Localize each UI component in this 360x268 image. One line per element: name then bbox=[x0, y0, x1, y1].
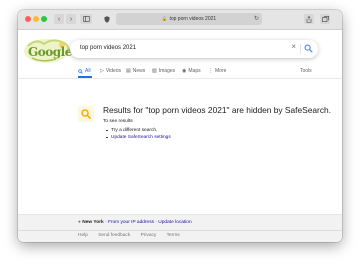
notice-icon-box bbox=[78, 106, 94, 122]
sidebar-icon bbox=[82, 16, 90, 22]
list-item: Try a different search. bbox=[106, 127, 171, 134]
tools-label: Tools bbox=[300, 68, 312, 74]
footer-divider bbox=[18, 230, 342, 231]
tab-label: Images bbox=[158, 68, 176, 74]
tab-images[interactable]: ▨ Images bbox=[152, 66, 175, 76]
notice-list: Try a different search. Update SafeSearc… bbox=[106, 127, 171, 141]
tabs-overview-button[interactable] bbox=[320, 14, 330, 24]
footer-links: Help Send feedback Privacy Terms bbox=[78, 233, 189, 238]
tab-label: Videos bbox=[105, 68, 122, 74]
back-button[interactable]: ‹ bbox=[54, 14, 64, 24]
browser-window: ‹ › 🔒 top porn videos 2021 ↻ Google top … bbox=[18, 10, 342, 242]
terms-link[interactable]: Terms bbox=[167, 233, 180, 238]
search-icon bbox=[78, 68, 83, 74]
close-window-button[interactable] bbox=[25, 16, 31, 22]
tabs-icon bbox=[321, 16, 329, 22]
shield-icon bbox=[104, 15, 110, 23]
search-icon[interactable] bbox=[304, 44, 313, 53]
share-icon bbox=[306, 15, 312, 23]
image-icon: ▨ bbox=[152, 68, 157, 74]
tab-label: More bbox=[215, 68, 227, 74]
zoom-window-button[interactable] bbox=[41, 16, 47, 22]
logo-text: Google bbox=[28, 45, 72, 59]
page-footer: ● New York - From your IP address - Upda… bbox=[18, 214, 342, 242]
update-safesearch-link[interactable]: Update SafeSearch settings bbox=[106, 134, 171, 141]
google-logo[interactable]: Google bbox=[22, 36, 74, 66]
browser-toolbar: ‹ › 🔒 top porn videos 2021 ↻ bbox=[18, 10, 342, 30]
tab-label: News bbox=[132, 68, 146, 74]
search-box[interactable]: top porn videos 2021 × bbox=[70, 40, 318, 58]
chevron-right-icon: › bbox=[69, 15, 73, 23]
forward-button[interactable]: › bbox=[66, 14, 76, 24]
tab-more[interactable]: ⋮ More bbox=[208, 66, 226, 76]
search-input[interactable]: top porn videos 2021 bbox=[80, 45, 136, 51]
search-icon bbox=[81, 109, 91, 119]
chevron-left-icon: ‹ bbox=[57, 15, 61, 23]
tools-button[interactable]: Tools bbox=[300, 66, 312, 76]
search-divider bbox=[300, 44, 301, 54]
location-city: New York bbox=[82, 220, 104, 225]
video-icon: ▷ bbox=[100, 68, 104, 74]
privacy-link[interactable]: Privacy bbox=[141, 233, 157, 238]
send-feedback-link[interactable]: Send feedback bbox=[98, 233, 130, 238]
search-tabs: All ▷ Videos ▤ News ▨ Images ◉ Maps ⋮ Mo… bbox=[78, 66, 338, 78]
tab-label: Maps bbox=[188, 68, 201, 74]
location-row: ● New York - From your IP address - Upda… bbox=[78, 220, 192, 225]
tab-all[interactable]: All bbox=[78, 66, 91, 76]
address-bar[interactable]: 🔒 top porn videos 2021 ↻ bbox=[116, 13, 262, 25]
notice-subtitle: To see results bbox=[103, 119, 133, 124]
privacy-button[interactable] bbox=[102, 14, 112, 24]
tab-news[interactable]: ▤ News bbox=[126, 66, 145, 76]
map-pin-icon: ◉ bbox=[182, 68, 187, 74]
ip-address-link[interactable]: From your IP address bbox=[108, 220, 154, 225]
share-button[interactable] bbox=[304, 14, 314, 24]
lock-icon: 🔒 bbox=[161, 16, 168, 21]
minimize-window-button[interactable] bbox=[33, 16, 39, 22]
news-icon: ▤ bbox=[126, 68, 131, 74]
location-dot-icon: ● bbox=[78, 220, 81, 225]
help-link[interactable]: Help bbox=[78, 233, 88, 238]
address-text: top porn videos 2021 bbox=[169, 16, 217, 22]
update-location-link[interactable]: Update location bbox=[158, 220, 191, 225]
tab-maps[interactable]: ◉ Maps bbox=[182, 66, 201, 76]
sidebar-button[interactable] bbox=[80, 14, 92, 24]
tab-videos[interactable]: ▷ Videos bbox=[100, 66, 121, 76]
notice-title: Results for "top porn videos 2021" are h… bbox=[103, 105, 332, 115]
close-icon[interactable]: × bbox=[291, 43, 296, 51]
header-divider bbox=[18, 78, 342, 79]
reload-icon[interactable]: ↻ bbox=[254, 15, 259, 22]
tab-label: All bbox=[85, 68, 91, 74]
more-icon: ⋮ bbox=[208, 68, 213, 74]
